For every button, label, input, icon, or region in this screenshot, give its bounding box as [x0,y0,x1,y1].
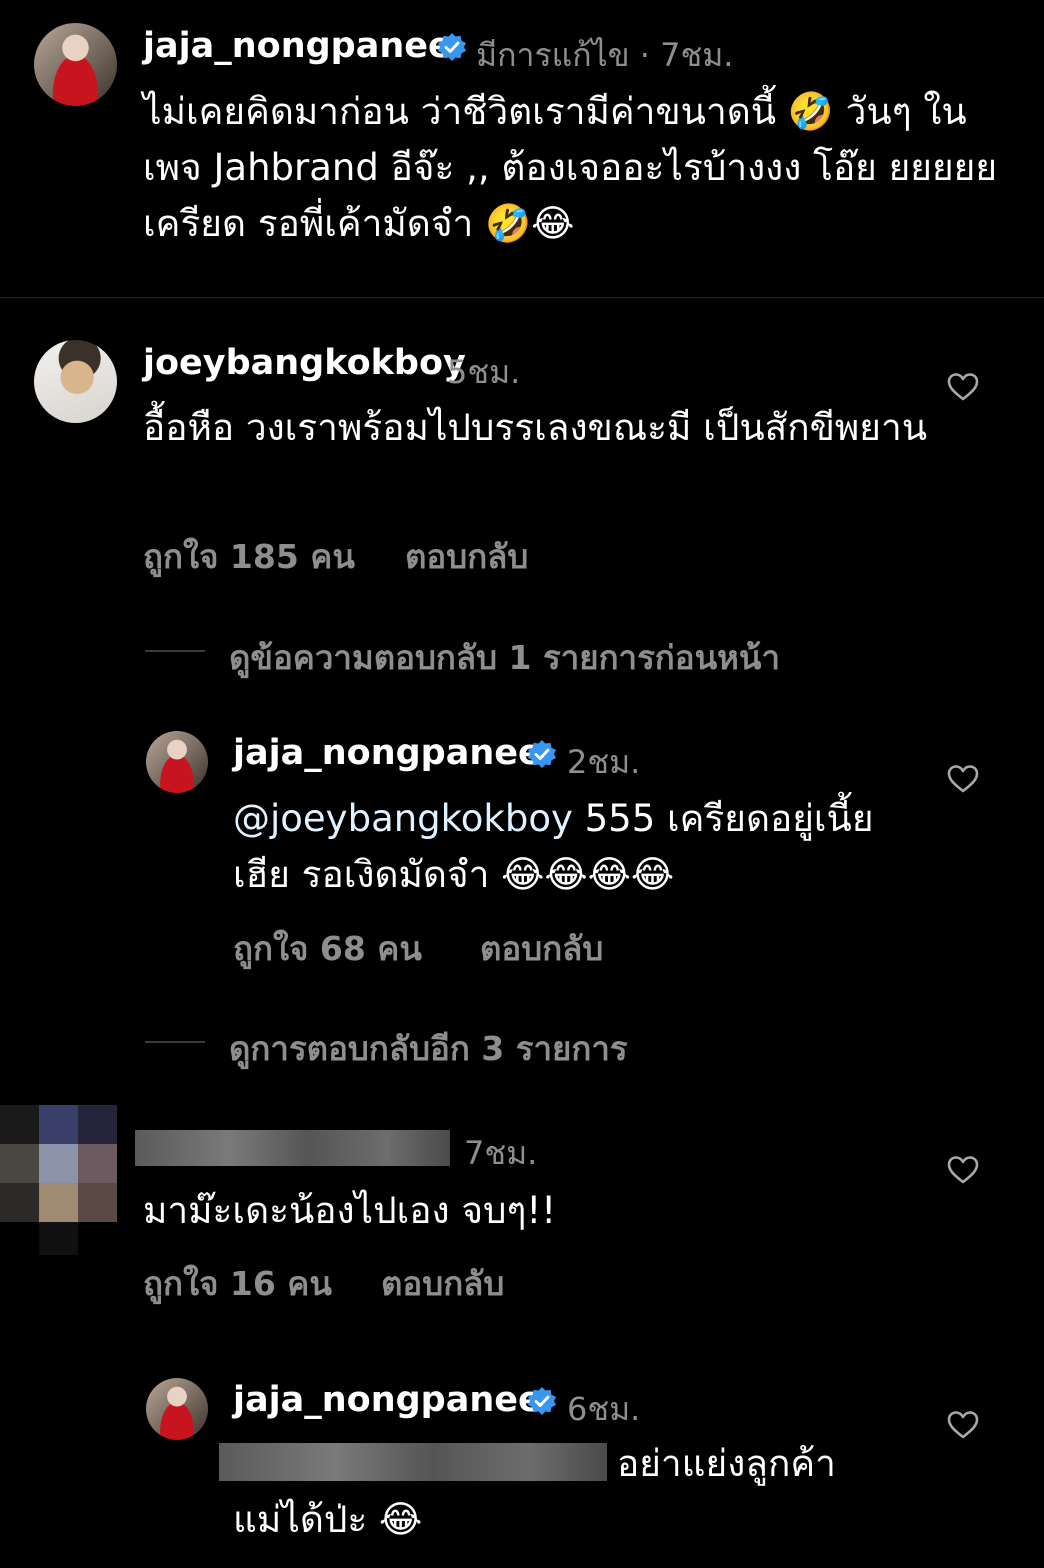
reply-username[interactable]: jaja_nongpanee [233,733,542,773]
avatar[interactable] [0,1105,117,1255]
reply-text-line2: แม่ได้ป่ะ 😂 [233,1498,423,1541]
edited-label: มีการแก้ไข [476,36,630,74]
view-previous-replies[interactable]: ดูข้อความตอบกลับ 1 รายการก่อนหน้า [229,631,780,684]
likes-count[interactable]: ถูกใจ 16 คน [143,1257,332,1310]
reply-username[interactable]: jaja_nongpanee [233,1380,542,1420]
comment-username[interactable]: joeybangkokboy [143,343,466,383]
view-more-replies[interactable]: ดูการตอบกลับอีก 3 รายการ [229,1022,628,1075]
reply-button[interactable]: ตอบกลับ [480,922,603,975]
heart-icon[interactable] [946,762,980,796]
comment-time: 5ชม. [447,353,521,391]
verified-badge-icon [528,740,556,768]
avatar[interactable] [34,23,117,106]
hidden-mention[interactable] [219,1443,607,1481]
post-username[interactable]: jaja_nongpanee [143,26,452,66]
divider [0,297,1044,298]
reply-button[interactable]: ตอบกลับ [405,530,528,583]
comment-text: อื้อหือ วงเราพร้อมไปบรรเลงขณะมี เป็นสักข… [143,406,928,449]
heart-icon[interactable] [946,370,980,404]
reply-time: 6ชม. [567,1390,641,1428]
post-time: 7ชม. [660,36,734,74]
avatar[interactable] [146,731,208,793]
avatar[interactable] [146,1378,208,1440]
verified-badge-icon [528,1387,556,1415]
post-text: ไม่เคยคิดมาก่อน ว่าชีวิตเรามีค่าขนาดนี้ … [143,90,997,245]
likes-count[interactable]: ถูกใจ 185 คน [143,530,355,583]
replies-line [145,1041,205,1043]
replies-line [145,650,205,652]
reply-text: อย่าแย่งลูกค้า [617,1442,836,1485]
heart-icon[interactable] [946,1408,980,1442]
verified-badge-icon [438,33,466,61]
mention-link[interactable]: @joeybangkokboy [233,797,573,840]
reply-time: 2ชม. [567,743,641,781]
separator: · [639,36,650,74]
likes-count[interactable]: ถูกใจ 68 คน [233,922,422,975]
reply-button[interactable]: ตอบกลับ [381,1257,504,1310]
avatar[interactable] [34,340,117,423]
hidden-username[interactable] [135,1130,450,1166]
comment-time: 7ชม. [464,1134,538,1172]
comment-text: มาม๊ะเดะน้องไปเอง จบๆ!! [143,1189,557,1232]
heart-icon[interactable] [946,1153,980,1187]
